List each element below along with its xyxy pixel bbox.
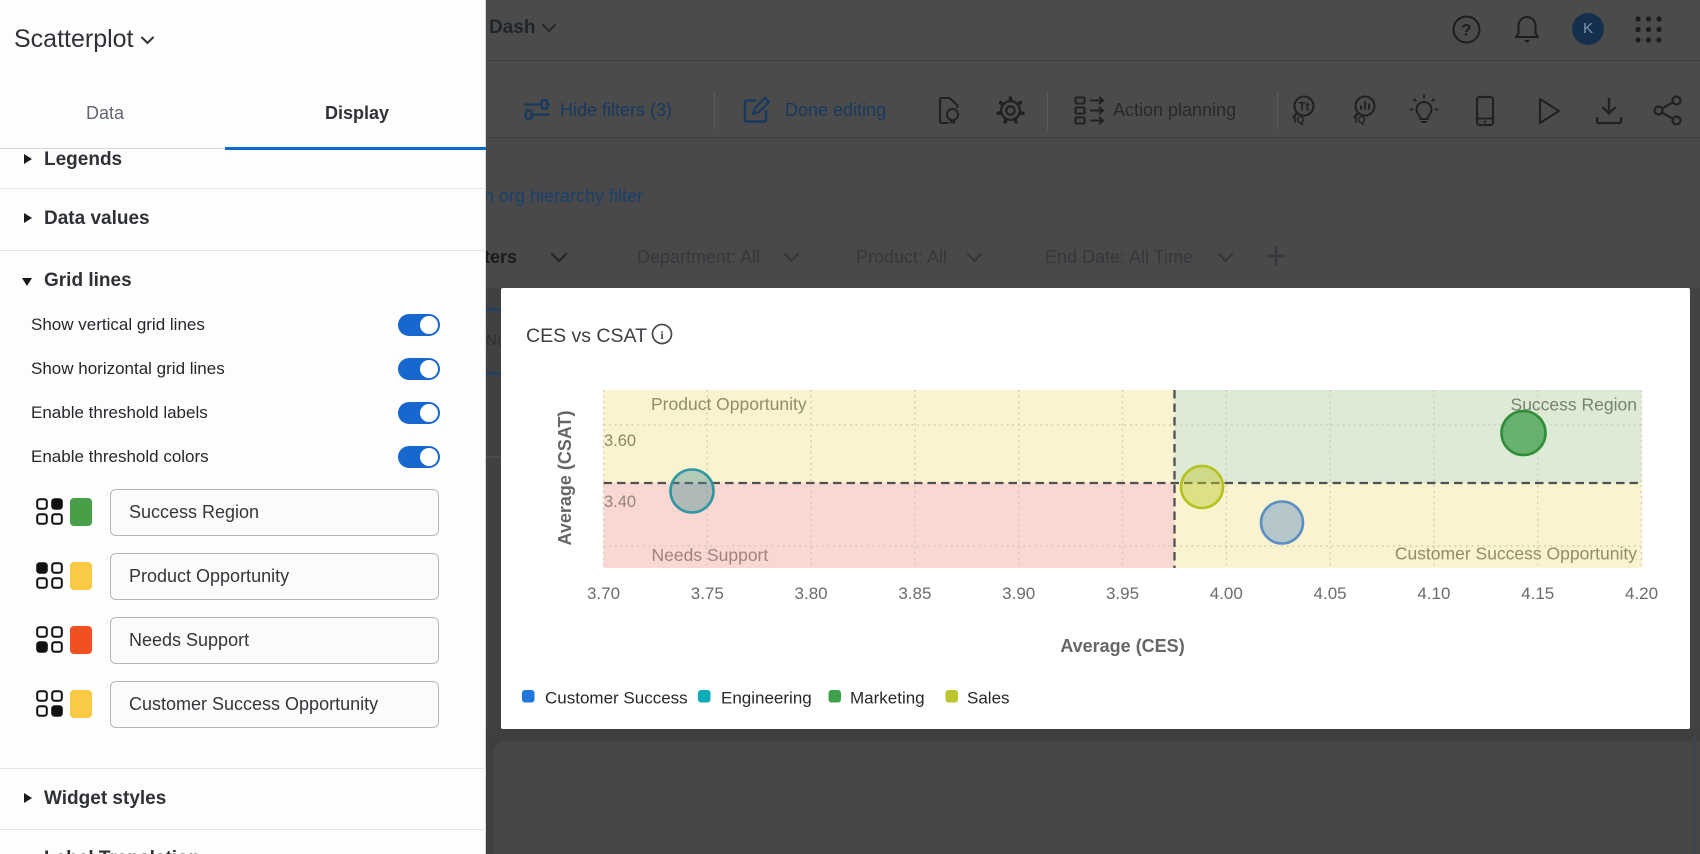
svg-text:Customer Success: Customer Success xyxy=(545,689,688,708)
svg-text:?: ? xyxy=(1461,21,1471,40)
svg-text:3.60: 3.60 xyxy=(604,432,636,450)
svg-text:4.10: 4.10 xyxy=(1417,584,1450,603)
svg-text:3.95: 3.95 xyxy=(1106,584,1139,603)
svg-text:4.15: 4.15 xyxy=(1521,584,1554,603)
svg-text:i: i xyxy=(660,328,664,342)
svg-text:Sales: Sales xyxy=(967,689,1010,708)
svg-text:3.70: 3.70 xyxy=(587,584,620,603)
svg-text:iQ: iQ xyxy=(1355,114,1366,126)
svg-text:3.85: 3.85 xyxy=(898,584,931,603)
svg-text:Engineering: Engineering xyxy=(721,689,812,708)
svg-text:Average (CES): Average (CES) xyxy=(1060,636,1184,656)
svg-text:Needs Support: Needs Support xyxy=(652,545,769,565)
svg-text:4.05: 4.05 xyxy=(1314,584,1347,603)
svg-text:3.90: 3.90 xyxy=(1002,584,1035,603)
svg-text:Tt: Tt xyxy=(1298,100,1309,114)
svg-text:iQ: iQ xyxy=(1294,114,1305,126)
svg-text:CES vs CSAT: CES vs CSAT xyxy=(526,325,647,347)
svg-text:3.75: 3.75 xyxy=(691,584,724,603)
svg-text:4.00: 4.00 xyxy=(1210,584,1243,603)
svg-text:3.80: 3.80 xyxy=(795,584,828,603)
svg-text:4.20: 4.20 xyxy=(1625,584,1658,603)
svg-text:Average (CSAT): Average (CSAT) xyxy=(555,410,575,545)
svg-text:Marketing: Marketing xyxy=(850,689,925,708)
svg-text:Product Opportunity: Product Opportunity xyxy=(651,394,807,414)
svg-text:Customer Success Opportunity: Customer Success Opportunity xyxy=(1395,544,1637,564)
svg-text:3.40: 3.40 xyxy=(604,493,636,511)
